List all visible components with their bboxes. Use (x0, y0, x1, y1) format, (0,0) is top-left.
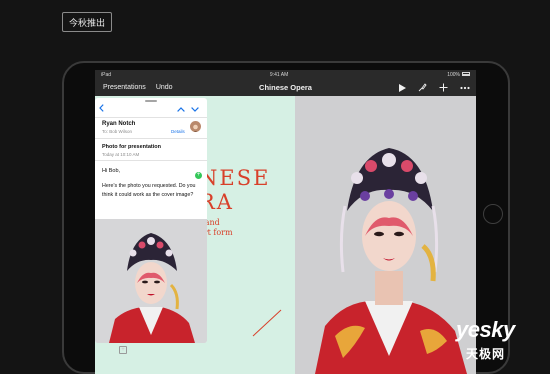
mail-slide-over[interactable]: Ryan Notch To: Bob Wilson Details Photo … (95, 98, 207, 343)
status-bar: iPad 9:41 AM 100% (95, 70, 476, 79)
chevron-up-icon[interactable] (177, 103, 185, 115)
add-icon[interactable] (438, 82, 449, 93)
mail-date: Today at 10:10 AM (102, 152, 140, 157)
presentations-button[interactable]: Presentations (103, 84, 146, 91)
watermark-brand: yesky (456, 317, 515, 342)
ipad-screen: iPad 9:41 AM 100% Presentations Undo Chi… (95, 70, 476, 374)
avatar (190, 121, 201, 132)
mail-attachment-photo[interactable] (95, 219, 207, 343)
mail-subject: Photo for presentation (102, 144, 161, 150)
mail-nav-bar (95, 103, 207, 115)
status-carrier: iPad (101, 71, 112, 78)
more-icon[interactable] (459, 82, 470, 93)
recipient: To: Bob Wilson (102, 129, 133, 134)
divider (95, 160, 207, 161)
play-icon[interactable] (396, 82, 407, 93)
add-slide-button[interactable]: + (119, 346, 127, 354)
undo-button[interactable]: Undo (156, 84, 173, 91)
battery-icon (461, 72, 470, 77)
sender-name: Ryan Notch (102, 121, 136, 127)
mail-body: Here's the photo you requested. Do you t… (102, 183, 196, 198)
opera-performer-photo[interactable] (295, 96, 476, 374)
promo-badge: 今秋推出 (62, 12, 112, 32)
status-time: 9:41 AM (269, 71, 289, 78)
watermark-cn: 天极网 (466, 347, 506, 361)
status-battery: 100% (447, 72, 470, 78)
home-button[interactable] (483, 204, 503, 224)
add-attachment-icon[interactable]: + (195, 172, 202, 179)
opera-performer-illustration (295, 96, 476, 374)
opera-thumbnail-illustration (95, 219, 207, 343)
format-brush-icon[interactable] (417, 82, 428, 93)
details-link[interactable]: Details (171, 129, 185, 134)
app-toolbar: Presentations Undo Chinese Opera (95, 79, 476, 96)
chevron-down-icon[interactable] (191, 103, 199, 115)
back-icon[interactable] (99, 103, 104, 115)
mail-greeting: Hi Bob, (102, 168, 121, 174)
drag-handle[interactable] (145, 100, 157, 102)
mail-header: Ryan Notch To: Bob Wilson Details (95, 117, 207, 139)
